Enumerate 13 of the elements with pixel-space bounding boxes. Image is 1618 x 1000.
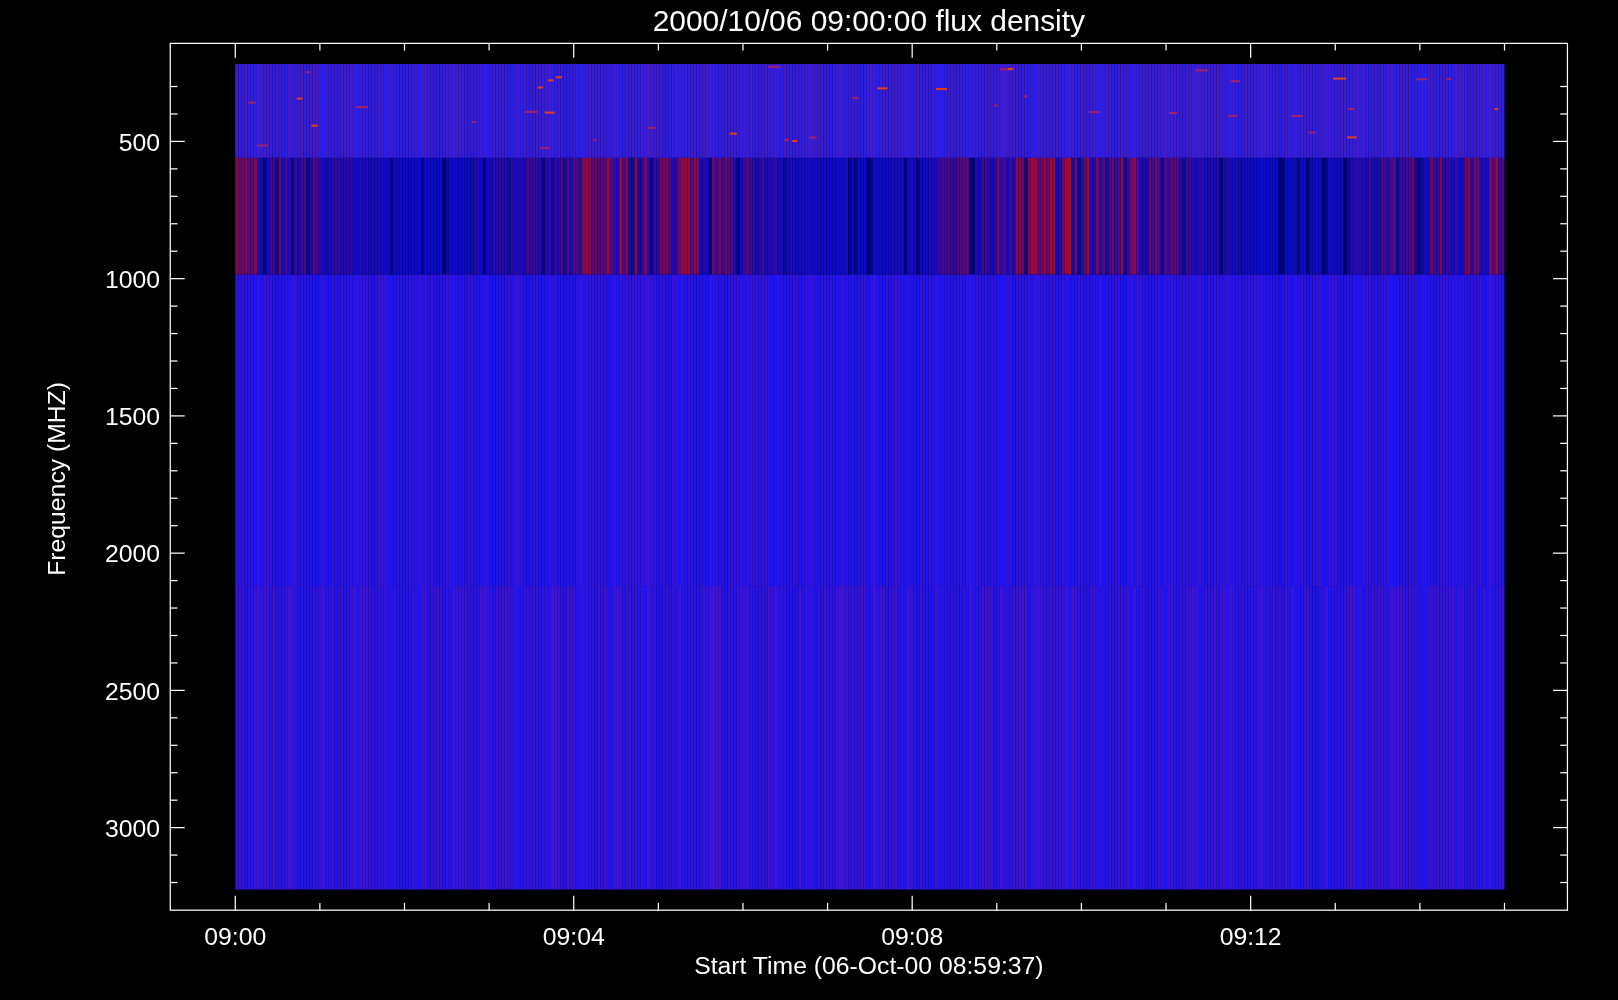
x-tick-label: 09:00: [204, 923, 267, 951]
x-tick-label: 09:12: [1219, 923, 1282, 951]
y-tick-label: 1000: [104, 265, 160, 293]
y-tick-label: 1500: [104, 403, 160, 431]
y-tick-label: 500: [118, 128, 160, 156]
y-axis-label: Frequency (MHZ): [43, 381, 70, 576]
y-tick-label: 2000: [104, 540, 160, 568]
y-tick-label: 2500: [104, 677, 160, 705]
x-axis-label: Start Time (06-Oct-00 08:59:37): [694, 952, 1044, 980]
y-tick-label: 3000: [104, 814, 160, 842]
plot-title: 2000/10/06 09:00:00 flux density: [652, 4, 1085, 37]
x-tick-label: 09:04: [542, 923, 605, 951]
x-tick-label: 09:08: [881, 923, 944, 951]
